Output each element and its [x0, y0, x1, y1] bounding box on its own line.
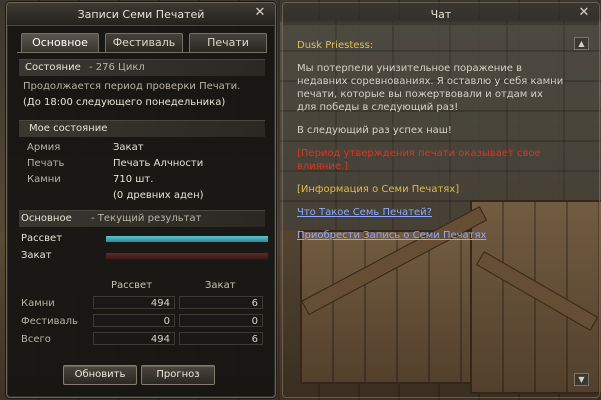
row-seal-value: Печать Алчности	[113, 158, 204, 169]
close-icon[interactable]: ✕	[577, 6, 591, 20]
window-titlebar[interactable]: Записи Семи Печатей ✕	[7, 3, 275, 26]
status-cycle: - 276 Цикл	[89, 62, 145, 73]
table-row-festival-label: Фестиваль	[21, 316, 78, 327]
status-header: Состояние - 276 Цикл	[19, 59, 265, 76]
chat-titlebar[interactable]: Чат ✕	[283, 3, 599, 26]
status-label: Состояние	[25, 62, 81, 73]
dusk-bar-label: Закат	[21, 250, 52, 261]
close-icon[interactable]: ✕	[253, 6, 267, 20]
result-header-right: - Текущий результат	[91, 213, 202, 224]
system-message-red: [Период утверждения печати оказывает сво…	[297, 148, 541, 172]
scroll-down-icon[interactable]: ▼	[574, 373, 589, 386]
period-line-2: (До 18:00 следующего понедельника)	[23, 97, 226, 108]
chat-link-buy-record[interactable]: Приобрести Запись о Семи Печатях	[297, 230, 486, 241]
dusk-progress-bar	[105, 252, 269, 260]
period-line-1: Продолжается период проверки Печати.	[23, 81, 241, 92]
tab-seals[interactable]: Печати	[189, 33, 267, 52]
chat-speaker: Dusk Priestess:	[297, 40, 374, 51]
chat-messages: Dusk Priestess: Мы потерпели унизительно…	[297, 39, 565, 252]
chat-info-header: [Информация о Семи Печатях]	[297, 184, 460, 195]
table-row-festival-dawn: 0	[93, 314, 175, 327]
tab-festival[interactable]: Фестиваль	[105, 33, 183, 52]
forecast-button[interactable]: Прогноз	[141, 365, 215, 385]
table-row-stones-dawn: 494	[93, 296, 175, 309]
chat-message: В следующий раз успех наш!	[297, 125, 452, 136]
table-row-stones-label: Камни	[21, 298, 55, 309]
result-header-left: Основное	[21, 213, 72, 224]
chat-title: Чат	[430, 8, 452, 21]
table-row-total-label: Всего	[21, 334, 51, 345]
my-status-header: Мое состояние	[19, 120, 265, 137]
table-row-total-dusk: 6	[179, 332, 263, 345]
chat-message: Мы потерпели унизительное поражение в не…	[297, 63, 564, 113]
row-army-value: Закат	[113, 142, 144, 153]
window-title: Записи Семи Печатей	[77, 8, 205, 21]
row-stones-value: 710 шт.	[113, 174, 154, 185]
refresh-button[interactable]: Обновить	[63, 365, 137, 385]
chat-window: Чат ✕ ▲ ▼ Dusk Priestess: Мы потерпели у…	[282, 2, 600, 398]
tab-main[interactable]: Основное	[21, 33, 99, 53]
result-header: Основное - Текущий результат	[19, 210, 265, 227]
scroll-up-icon[interactable]: ▲	[574, 37, 589, 50]
col-dawn-header: Рассвет	[111, 280, 153, 291]
row-army-label: Армия	[27, 142, 61, 153]
row-seal-label: Печать	[27, 158, 65, 169]
chat-link-what-is[interactable]: Что Такое Семь Печатей?	[297, 207, 432, 218]
table-row-total-dawn: 494	[93, 332, 175, 345]
my-status-label: Мое состояние	[29, 123, 108, 134]
tab-divider	[17, 52, 267, 53]
seven-signs-window: Записи Семи Печатей ✕ Основное Фестиваль…	[6, 2, 276, 398]
tab-bar: Основное Фестиваль Печати	[21, 33, 267, 53]
row-ancient-adena-value: (0 древних аден)	[113, 190, 204, 201]
dawn-progress-bar	[105, 235, 269, 243]
row-stones-label: Камни	[27, 174, 61, 185]
col-dusk-header: Закат	[205, 280, 236, 291]
dawn-bar-label: Рассвет	[21, 233, 63, 244]
table-row-festival-dusk: 0	[179, 314, 263, 327]
table-row-stones-dusk: 6	[179, 296, 263, 309]
